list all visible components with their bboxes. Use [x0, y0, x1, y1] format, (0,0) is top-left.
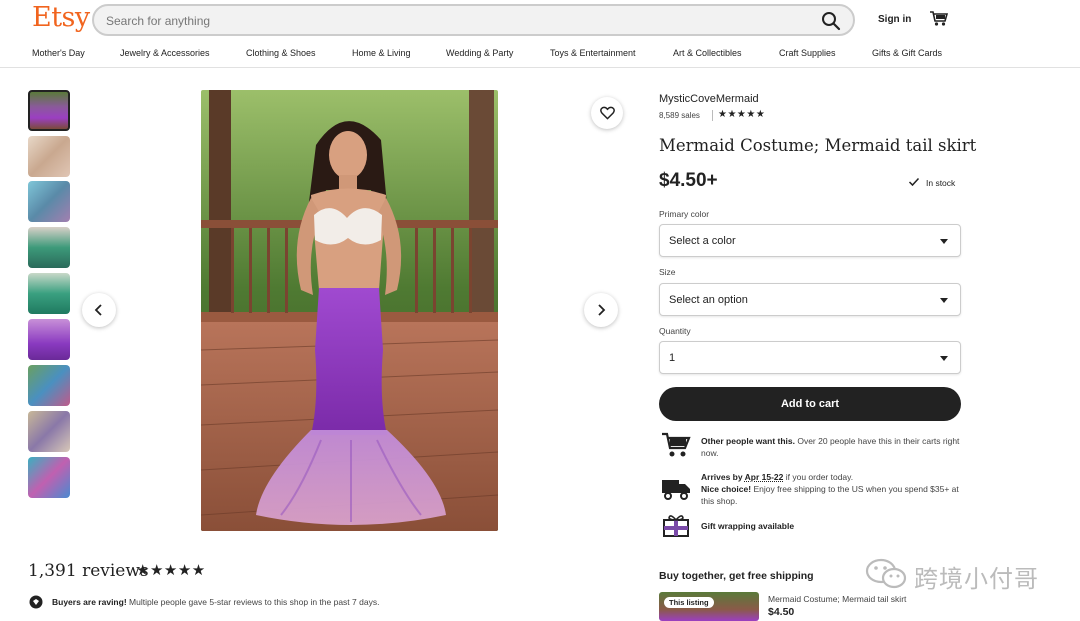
arrives-suffix: if you order today.: [783, 472, 854, 482]
arrives-date[interactable]: Apr 15-22: [745, 472, 784, 482]
raving-text: Multiple people gave 5-star reviews to t…: [126, 597, 380, 607]
quantity-select[interactable]: 1: [659, 341, 961, 374]
nav-gifts[interactable]: Gifts & Gift Cards: [872, 48, 942, 58]
thumbnail-2[interactable]: [28, 136, 70, 177]
quantity-label: Quantity: [659, 326, 691, 336]
shop-sales-count: 8,589 sales: [659, 111, 700, 120]
listing-price: $4.50+: [659, 170, 718, 191]
nav-jewelry[interactable]: Jewelry & Accessories: [120, 48, 210, 58]
watermark-text: 跨境小付哥: [914, 565, 1039, 593]
caret-down-icon: [940, 356, 948, 361]
caret-down-icon: [940, 298, 948, 303]
thumbnail-4[interactable]: [28, 227, 70, 268]
thumbnail-9[interactable]: [28, 457, 70, 498]
chevron-left-icon: [94, 304, 102, 316]
site-header: Etsy Sign in: [0, 0, 1080, 40]
favorite-button[interactable]: [591, 97, 623, 129]
divider: [712, 110, 713, 121]
primary-color-value: Select a color: [669, 235, 736, 247]
gift-message: Gift wrapping available: [701, 520, 961, 532]
thumbnail-5[interactable]: [28, 273, 70, 314]
quantity-value: 1: [669, 352, 676, 364]
thumbnail-1[interactable]: [28, 90, 70, 131]
check-icon: [908, 177, 920, 187]
category-nav: Mother's Day Jewelry & Accessories Cloth…: [0, 44, 1080, 68]
size-label: Size: [659, 267, 676, 277]
wechat-logo-icon: [865, 558, 907, 589]
shop-name-link[interactable]: MysticCoveMermaid: [659, 93, 759, 105]
thumbnail-7[interactable]: [28, 365, 70, 406]
listing-title: Mermaid Costume; Mermaid tail skirt: [659, 136, 977, 155]
etsy-logo[interactable]: Etsy: [32, 2, 90, 33]
nav-home-living[interactable]: Home & Living: [352, 48, 411, 58]
arrives-prefix: Arrives by: [701, 472, 745, 482]
search-bar[interactable]: [92, 4, 855, 36]
thumbnail-6[interactable]: [28, 319, 70, 360]
bundle-item-price: $4.50: [768, 606, 795, 618]
reviews-count: 1,391 reviews: [28, 561, 149, 581]
nav-art[interactable]: Art & Collectibles: [673, 48, 742, 58]
heart-icon: [599, 106, 615, 120]
nav-craft[interactable]: Craft Supplies: [779, 48, 836, 58]
chevron-right-icon: [598, 304, 606, 316]
search-input[interactable]: [106, 12, 706, 30]
size-value: Select an option: [669, 294, 748, 306]
shop-rating-stars[interactable]: ★★★★★: [718, 109, 765, 120]
add-to-cart-button[interactable]: Add to cart: [659, 387, 961, 421]
cart-icon[interactable]: [930, 11, 948, 27]
delivery-truck-icon: [662, 480, 690, 500]
stock-status: In stock: [926, 178, 956, 188]
buyers-raving-message: Buyers are raving! Multiple people gave …: [52, 597, 379, 607]
reviews-stars: ★★★★★: [136, 562, 206, 579]
nav-wedding[interactable]: Wedding & Party: [446, 48, 513, 58]
this-listing-badge: This listing: [664, 597, 714, 608]
thumbnail-8[interactable]: [28, 411, 70, 452]
sign-in-link[interactable]: Sign in: [878, 14, 911, 25]
primary-color-label: Primary color: [659, 209, 710, 219]
shipping-bold: Nice choice!: [701, 484, 752, 494]
thumbnail-3[interactable]: [28, 181, 70, 222]
nav-clothing[interactable]: Clothing & Shoes: [246, 48, 316, 58]
demand-message: Other people want this. Over 20 people h…: [701, 435, 961, 459]
chat-bubble-icon: [29, 595, 43, 609]
bundle-item-name[interactable]: Mermaid Costume; Mermaid tail skirt: [768, 594, 906, 604]
product-photo: [201, 90, 498, 531]
gift-text: Gift wrapping available: [701, 521, 795, 531]
search-icon[interactable]: [821, 11, 841, 31]
previous-image-button[interactable]: [82, 293, 116, 327]
nav-toys[interactable]: Toys & Entertainment: [550, 48, 636, 58]
bundle-title: Buy together, get free shipping: [659, 570, 814, 582]
primary-color-select[interactable]: Select a color: [659, 224, 961, 257]
gift-icon: [663, 515, 689, 537]
demand-bold: Other people want this.: [701, 436, 795, 446]
delivery-message: Arrives by Apr 15-22 if you order today.…: [701, 471, 961, 507]
next-image-button[interactable]: [584, 293, 618, 327]
raving-bold: Buyers are raving!: [52, 597, 127, 607]
size-select[interactable]: Select an option: [659, 283, 961, 316]
nav-mothers-day[interactable]: Mother's Day: [32, 48, 85, 58]
caret-down-icon: [940, 239, 948, 244]
cart-demand-icon: [662, 432, 691, 457]
